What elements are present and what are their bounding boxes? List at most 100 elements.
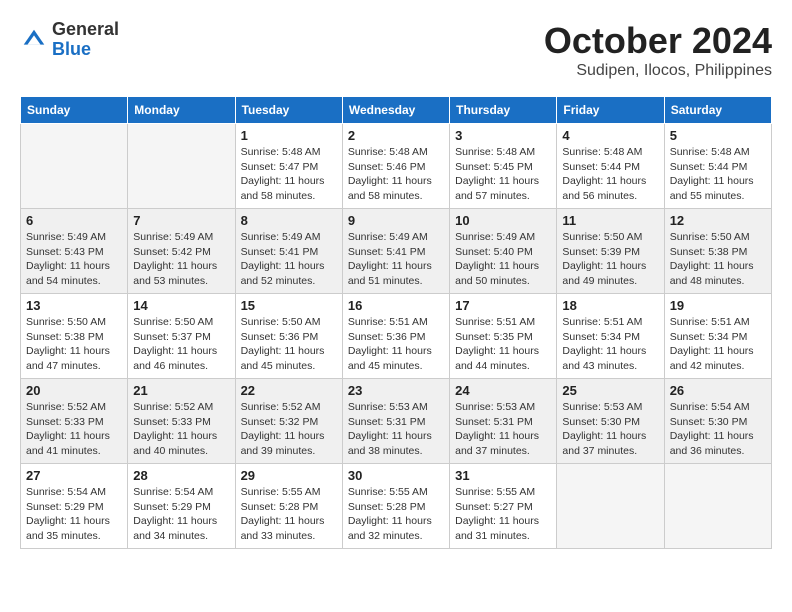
calendar-cell: 6Sunrise: 5:49 AMSunset: 5:43 PMDaylight… — [21, 209, 128, 294]
day-number: 23 — [348, 383, 444, 398]
day-number: 7 — [133, 213, 229, 228]
calendar-cell: 11 Sunrise: 5:50 AMSunset: 5:39 PMDayligh… — [557, 209, 664, 294]
logo-general-text: General — [52, 20, 119, 40]
calendar-cell: 18 Sunrise: 5:51 AMSunset: 5:34 PMDayligh… — [557, 294, 664, 379]
day-detail: Sunrise: 5:48 AMSunset: 5:47 PMDaylight:… — [241, 145, 337, 204]
page-header: General Blue October 2024 Sudipen, Iloco… — [20, 20, 772, 80]
calendar-header-row: SundayMondayTuesdayWednesdayThursdayFrid… — [21, 97, 772, 124]
day-number: 2 — [348, 128, 444, 143]
calendar-cell: 19Sunrise: 5:51 AMSunset: 5:34 PMDayligh… — [664, 294, 771, 379]
calendar-cell: 13 Sunrise: 5:50 AMSunset: 5:38 PMDayligh… — [21, 294, 128, 379]
calendar-cell: 14 Sunrise: 5:50 AMSunset: 5:37 PMDayligh… — [128, 294, 235, 379]
day-detail: Sunrise: 5:48 AMSunset: 5:44 PMDaylight:… — [562, 145, 658, 204]
day-detail: Sunrise: 5:51 AMSunset: 5:36 PMDaylight:… — [348, 315, 444, 374]
day-number: 27 — [26, 468, 122, 483]
day-detail: Sunrise: 5:54 AMSunset: 5:29 PMDaylight:… — [26, 485, 122, 544]
calendar-cell — [557, 464, 664, 549]
calendar-cell: 3 Sunrise: 5:48 AMSunset: 5:45 PMDaylight… — [450, 124, 557, 209]
calendar-week-row: 1 Sunrise: 5:48 AMSunset: 5:47 PMDaylight… — [21, 124, 772, 209]
day-detail: Sunrise: 5:49 AMSunset: 5:41 PMDaylight:… — [241, 230, 337, 289]
day-detail: Sunrise: 5:48 AMSunset: 5:46 PMDaylight:… — [348, 145, 444, 204]
calendar-cell: 20 Sunrise: 5:52 AMSunset: 5:33 PMDayligh… — [21, 379, 128, 464]
calendar-cell: 21Sunrise: 5:52 AMSunset: 5:33 PMDayligh… — [128, 379, 235, 464]
calendar-cell: 22 Sunrise: 5:52 AMSunset: 5:32 PMDayligh… — [235, 379, 342, 464]
day-detail: Sunrise: 5:50 AMSunset: 5:36 PMDaylight:… — [241, 315, 337, 374]
day-number: 14 — [133, 298, 229, 313]
day-detail: Sunrise: 5:50 AMSunset: 5:39 PMDaylight:… — [562, 230, 658, 289]
day-detail: Sunrise: 5:49 AMSunset: 5:40 PMDaylight:… — [455, 230, 551, 289]
day-number: 20 — [26, 383, 122, 398]
day-detail: Sunrise: 5:50 AMSunset: 5:38 PMDaylight:… — [26, 315, 122, 374]
weekday-header-friday: Friday — [557, 97, 664, 124]
calendar-cell: 24Sunrise: 5:53 AMSunset: 5:31 PMDayligh… — [450, 379, 557, 464]
day-detail: Sunrise: 5:49 AMSunset: 5:43 PMDaylight:… — [26, 230, 122, 289]
calendar-cell: 25 Sunrise: 5:53 AMSunset: 5:30 PMDayligh… — [557, 379, 664, 464]
calendar-cell: 4Sunrise: 5:48 AMSunset: 5:44 PMDaylight… — [557, 124, 664, 209]
day-number: 8 — [241, 213, 337, 228]
weekday-header-sunday: Sunday — [21, 97, 128, 124]
day-detail: Sunrise: 5:52 AMSunset: 5:32 PMDaylight:… — [241, 400, 337, 459]
calendar-cell: 8 Sunrise: 5:49 AMSunset: 5:41 PMDaylight… — [235, 209, 342, 294]
calendar-cell — [21, 124, 128, 209]
calendar-cell: 12 Sunrise: 5:50 AMSunset: 5:38 PMDayligh… — [664, 209, 771, 294]
day-number: 13 — [26, 298, 122, 313]
calendar-cell: 17Sunrise: 5:51 AMSunset: 5:35 PMDayligh… — [450, 294, 557, 379]
day-detail: Sunrise: 5:53 AMSunset: 5:31 PMDaylight:… — [455, 400, 551, 459]
day-number: 12 — [670, 213, 766, 228]
day-number: 28 — [133, 468, 229, 483]
day-number: 22 — [241, 383, 337, 398]
day-number: 17 — [455, 298, 551, 313]
logo-text: General Blue — [52, 20, 119, 60]
day-number: 29 — [241, 468, 337, 483]
calendar-week-row: 13 Sunrise: 5:50 AMSunset: 5:38 PMDayligh… — [21, 294, 772, 379]
day-number: 18 — [562, 298, 658, 313]
day-detail: Sunrise: 5:51 AMSunset: 5:34 PMDaylight:… — [670, 315, 766, 374]
day-detail: Sunrise: 5:53 AMSunset: 5:30 PMDaylight:… — [562, 400, 658, 459]
weekday-header-thursday: Thursday — [450, 97, 557, 124]
day-number: 25 — [562, 383, 658, 398]
day-number: 16 — [348, 298, 444, 313]
day-detail: Sunrise: 5:55 AMSunset: 5:28 PMDaylight:… — [348, 485, 444, 544]
weekday-header-tuesday: Tuesday — [235, 97, 342, 124]
calendar-cell: 16 Sunrise: 5:51 AMSunset: 5:36 PMDayligh… — [342, 294, 449, 379]
calendar-cell: 5Sunrise: 5:48 AMSunset: 5:44 PMDaylight… — [664, 124, 771, 209]
calendar-cell: 23Sunrise: 5:53 AMSunset: 5:31 PMDayligh… — [342, 379, 449, 464]
day-detail: Sunrise: 5:54 AMSunset: 5:29 PMDaylight:… — [133, 485, 229, 544]
calendar-cell: 28 Sunrise: 5:54 AMSunset: 5:29 PMDayligh… — [128, 464, 235, 549]
day-detail: Sunrise: 5:48 AMSunset: 5:45 PMDaylight:… — [455, 145, 551, 204]
logo: General Blue — [20, 20, 119, 60]
day-number: 3 — [455, 128, 551, 143]
weekday-header-wednesday: Wednesday — [342, 97, 449, 124]
day-number: 9 — [348, 213, 444, 228]
day-detail: Sunrise: 5:55 AMSunset: 5:28 PMDaylight:… — [241, 485, 337, 544]
month-title: October 2024 — [544, 20, 772, 62]
day-number: 30 — [348, 468, 444, 483]
logo-blue-text: Blue — [52, 40, 119, 60]
day-number: 15 — [241, 298, 337, 313]
day-number: 10 — [455, 213, 551, 228]
calendar-week-row: 20 Sunrise: 5:52 AMSunset: 5:33 PMDayligh… — [21, 379, 772, 464]
day-detail: Sunrise: 5:49 AMSunset: 5:41 PMDaylight:… — [348, 230, 444, 289]
day-number: 1 — [241, 128, 337, 143]
day-detail: Sunrise: 5:51 AMSunset: 5:34 PMDaylight:… — [562, 315, 658, 374]
calendar-cell — [664, 464, 771, 549]
calendar-cell — [128, 124, 235, 209]
calendar-cell: 15 Sunrise: 5:50 AMSunset: 5:36 PMDayligh… — [235, 294, 342, 379]
weekday-header-saturday: Saturday — [664, 97, 771, 124]
day-number: 11 — [562, 213, 658, 228]
calendar-cell: 10 Sunrise: 5:49 AMSunset: 5:40 PMDayligh… — [450, 209, 557, 294]
day-detail: Sunrise: 5:52 AMSunset: 5:33 PMDaylight:… — [133, 400, 229, 459]
day-detail: Sunrise: 5:52 AMSunset: 5:33 PMDaylight:… — [26, 400, 122, 459]
calendar-cell: 2 Sunrise: 5:48 AMSunset: 5:46 PMDaylight… — [342, 124, 449, 209]
calendar-cell: 27 Sunrise: 5:54 AMSunset: 5:29 PMDayligh… — [21, 464, 128, 549]
calendar-week-row: 6Sunrise: 5:49 AMSunset: 5:43 PMDaylight… — [21, 209, 772, 294]
day-detail: Sunrise: 5:55 AMSunset: 5:27 PMDaylight:… — [455, 485, 551, 544]
weekday-header-monday: Monday — [128, 97, 235, 124]
day-detail: Sunrise: 5:50 AMSunset: 5:38 PMDaylight:… — [670, 230, 766, 289]
day-detail: Sunrise: 5:54 AMSunset: 5:30 PMDaylight:… — [670, 400, 766, 459]
logo-icon — [20, 26, 48, 54]
day-detail: Sunrise: 5:49 AMSunset: 5:42 PMDaylight:… — [133, 230, 229, 289]
day-detail: Sunrise: 5:50 AMSunset: 5:37 PMDaylight:… — [133, 315, 229, 374]
calendar-cell: 7 Sunrise: 5:49 AMSunset: 5:42 PMDaylight… — [128, 209, 235, 294]
calendar-table: SundayMondayTuesdayWednesdayThursdayFrid… — [20, 96, 772, 549]
